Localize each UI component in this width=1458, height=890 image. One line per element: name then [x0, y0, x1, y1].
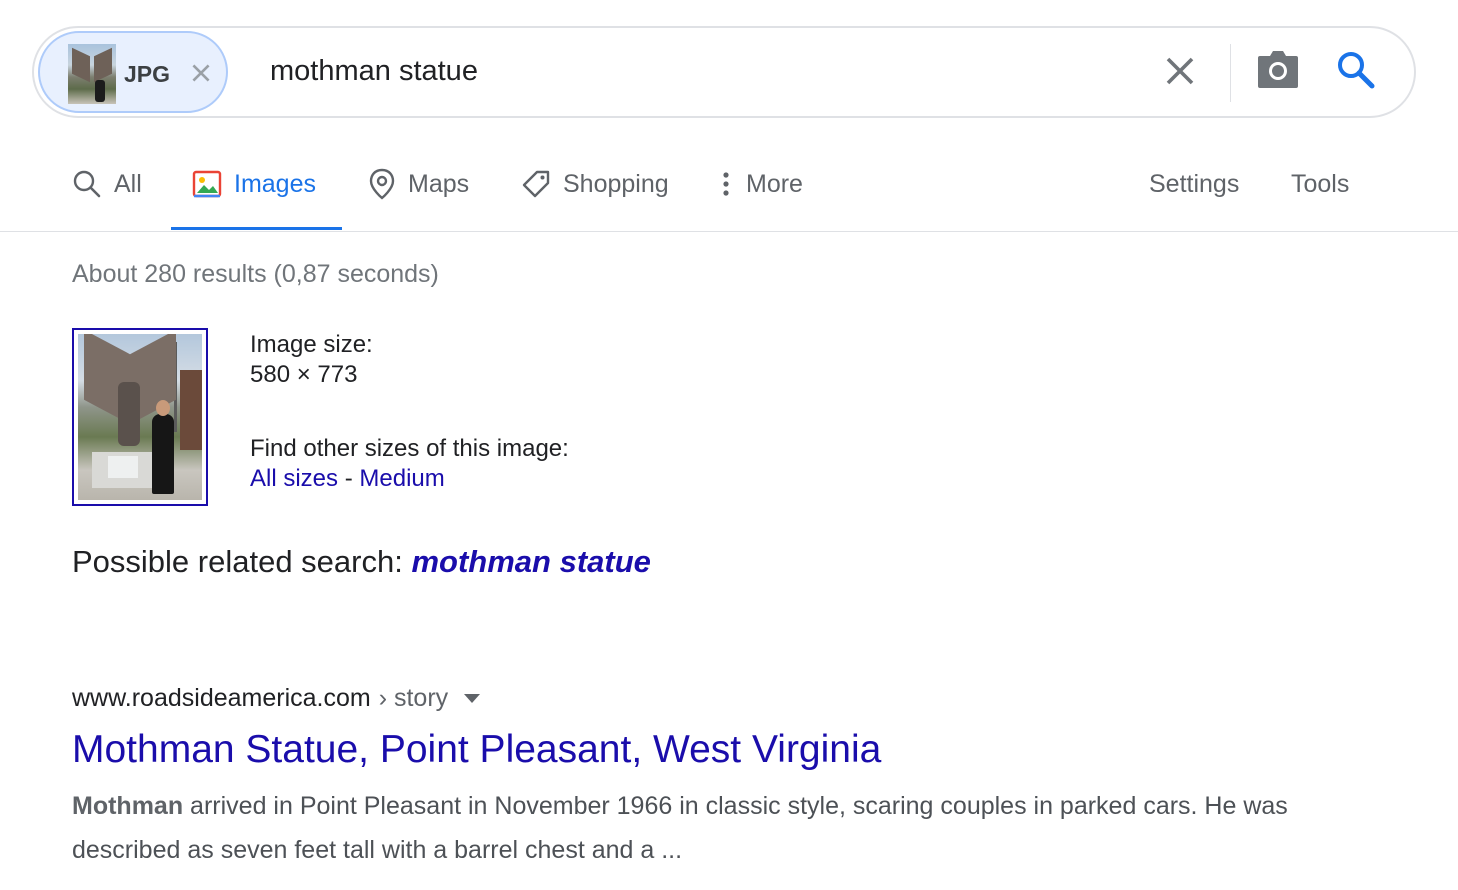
tab-label: More [746, 169, 803, 198]
tab-more[interactable]: More [718, 164, 803, 204]
tab-shopping[interactable]: Shopping [521, 164, 669, 204]
search-input[interactable]: mothman statue [270, 55, 478, 88]
statue-photo [78, 334, 202, 500]
search-divider [1230, 44, 1231, 102]
map-pin-icon [369, 168, 395, 200]
result-title-link[interactable]: Mothman Statue, Point Pleasant, West Vir… [72, 728, 881, 772]
search-tabs: All Images Maps Shopping More Settings T… [0, 150, 1458, 232]
search-submit-icon[interactable] [1336, 50, 1376, 90]
tools-link[interactable]: Tools [1291, 164, 1349, 204]
result-domain: www.roadsideamerica.com [72, 684, 371, 712]
sizes-separator: - [344, 465, 353, 492]
tab-all[interactable]: All [72, 164, 142, 204]
tab-label: Maps [408, 169, 470, 198]
tab-label: Shopping [563, 169, 669, 198]
clear-search-icon[interactable] [1162, 53, 1198, 89]
search-icon [73, 170, 101, 198]
tag-icon [522, 170, 550, 198]
active-tab-indicator [171, 227, 342, 230]
result-path: › story [378, 684, 449, 712]
image-size-label: Image size: [250, 331, 373, 358]
tab-label: Images [234, 169, 316, 198]
query-image-preview[interactable] [72, 328, 208, 506]
tab-images[interactable]: Images [192, 164, 316, 204]
tab-maps[interactable]: Maps [368, 164, 469, 204]
image-icon [192, 170, 222, 198]
all-sizes-link[interactable]: All sizes [250, 465, 338, 492]
image-info: Image size: 580 × 773 Find other sizes o… [250, 330, 569, 494]
related-search-link[interactable]: mothman statue [411, 544, 650, 579]
search-bar: JPG mothman statue [32, 26, 1416, 118]
image-size-value: 580 × 773 [250, 361, 358, 388]
result-stats: About 280 results (0,87 seconds) [72, 260, 439, 288]
result-menu-arrow-icon[interactable] [464, 694, 481, 703]
more-vert-icon [723, 172, 729, 196]
settings-link[interactable]: Settings [1149, 164, 1239, 204]
snippet-text: arrived in Point Pleasant in November 19… [72, 792, 1288, 864]
snippet-highlight: Mothman [72, 792, 184, 820]
related-search-label: Possible related search: [72, 544, 403, 579]
medium-size-link[interactable]: Medium [359, 465, 444, 492]
result-snippet: Mothman arrived in Point Pleasant in Nov… [72, 784, 1292, 872]
remove-image-icon[interactable] [188, 60, 214, 86]
camera-icon[interactable] [1256, 50, 1300, 90]
image-query-chip[interactable]: JPG [38, 31, 228, 113]
tab-label: All [114, 169, 142, 198]
chip-label: JPG [124, 61, 171, 87]
related-search: Possible related search: mothman statue [72, 544, 651, 580]
result-url: www.roadsideamerica.com › story [72, 684, 481, 713]
find-other-sizes-label: Find other sizes of this image: [250, 435, 569, 462]
query-image-thumbnail [68, 44, 116, 104]
